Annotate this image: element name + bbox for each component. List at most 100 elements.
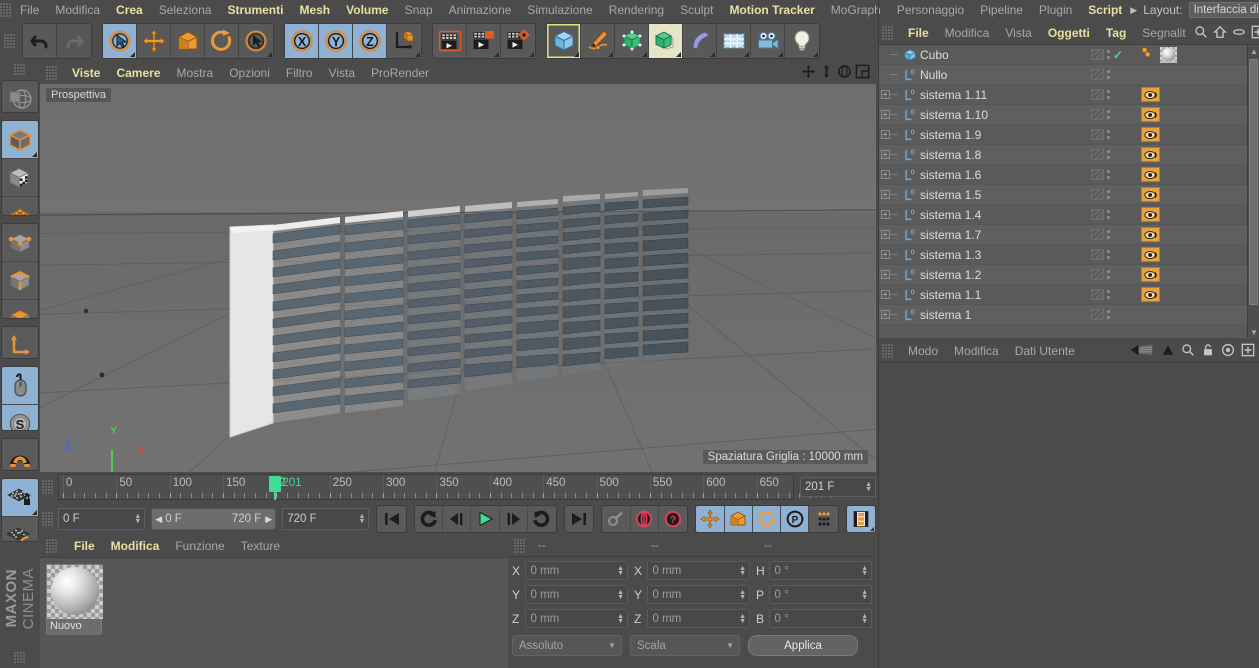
coord-size-field-2[interactable]: 0 mm ▲ ▼ — [647, 609, 750, 628]
object-tree-toggle[interactable]: + ─ — [878, 129, 900, 141]
visibility-tag-icon[interactable] — [1141, 167, 1160, 182]
next-keyframe-button[interactable] — [527, 506, 557, 532]
visibility-dots-icon[interactable] — [1107, 90, 1110, 99]
material-menu-funzione[interactable]: Funzione — [167, 536, 232, 556]
left-palette-gripper[interactable] — [14, 64, 26, 76]
redo-button[interactable] — [57, 24, 91, 58]
back-nav-icon[interactable] — [1129, 343, 1155, 360]
coord-rot-field-0[interactable]: 0 ° ▲ ▼ — [769, 561, 872, 580]
expand-toggle-icon[interactable]: + — [880, 290, 890, 299]
menu-strumenti[interactable]: Strumenti — [219, 0, 291, 20]
attributes-menu-dati-utente[interactable]: Dati Utente — [1007, 341, 1083, 361]
start-frame-spinner[interactable]: ▲ ▼ — [134, 513, 141, 525]
menu-plugin[interactable]: Plugin — [1031, 0, 1080, 20]
spinner[interactable]: ▲ ▼ — [617, 589, 624, 601]
add-deformer-button[interactable] — [683, 24, 717, 58]
end-frame-field[interactable]: 720 F ▲ ▼ — [282, 508, 370, 530]
viewport-pan-icon[interactable] — [801, 64, 816, 82]
add-light-button[interactable] — [785, 24, 819, 58]
object-tree-toggle[interactable]: + ─ — [878, 149, 900, 161]
menu-simulazione[interactable]: Simulazione — [519, 0, 600, 20]
object-row[interactable]: + ─ 0 sistema 1.3 — [878, 245, 1259, 265]
material-gripper[interactable] — [46, 539, 58, 553]
object-menu-file[interactable]: File — [900, 23, 937, 43]
texture-mode-button[interactable] — [2, 159, 38, 198]
add-camera-button[interactable] — [751, 24, 785, 58]
visibility-tag-icon[interactable] — [1141, 287, 1160, 302]
record-position-button[interactable] — [696, 506, 725, 532]
end-frame-spinner[interactable]: ▲ ▼ — [359, 513, 366, 525]
object-scrollbar-thumb[interactable] — [1249, 59, 1258, 305]
viewport-dolly-icon[interactable] — [819, 64, 834, 82]
spinner[interactable]: ▲ ▼ — [617, 613, 624, 625]
previous-keyframe-button[interactable] — [414, 506, 444, 532]
new-panel-icon[interactable] — [1241, 343, 1255, 360]
object-tree-toggle[interactable]: + ─ — [878, 109, 900, 121]
left-palette-bottom-gripper[interactable] — [14, 652, 26, 665]
viewport-menu-opzioni[interactable]: Opzioni — [221, 63, 278, 83]
step-back-button[interactable] — [443, 506, 472, 532]
expand-toggle-icon[interactable]: + — [880, 190, 890, 199]
layer-color-swatch[interactable] — [1091, 49, 1104, 60]
go-to-start-button[interactable] — [377, 506, 406, 532]
render-settings-button[interactable] — [501, 24, 535, 58]
object-tree-toggle[interactable]: + ─ — [878, 289, 900, 301]
object-visibility-dots[interactable] — [1091, 89, 1137, 100]
play-button[interactable] — [471, 506, 500, 532]
scroll-down-icon[interactable]: ▼ — [1250, 328, 1258, 337]
target-icon[interactable] — [1221, 343, 1235, 360]
object-visibility-dots[interactable] — [1091, 169, 1137, 180]
object-visibility-dots[interactable] — [1091, 309, 1137, 320]
layer-color-swatch[interactable] — [1091, 169, 1104, 180]
move-tool[interactable] — [137, 24, 171, 58]
menu-pipeline[interactable]: Pipeline — [972, 0, 1031, 20]
autokey-button[interactable] — [630, 506, 660, 532]
lock-z-axis[interactable]: Z — [353, 24, 387, 58]
visibility-tag-icon[interactable] — [1141, 87, 1160, 102]
viewport-menu-prorender[interactable]: ProRender — [363, 63, 437, 83]
search-icon[interactable] — [1181, 343, 1195, 360]
material-menu-file[interactable]: File — [66, 536, 103, 556]
object-menu-modifica[interactable]: Modifica — [937, 23, 998, 43]
lock-x-axis[interactable]: X — [285, 24, 319, 58]
menu-seleziona[interactable]: Seleziona — [151, 0, 220, 20]
workplane-lock-button[interactable] — [2, 478, 38, 517]
menu-crea[interactable]: Crea — [108, 0, 151, 20]
visibility-tag-icon[interactable] — [1141, 187, 1160, 202]
record-pla-button[interactable]: P — [781, 506, 810, 532]
select-mode-tool[interactable] — [239, 24, 273, 58]
visibility-dots-icon[interactable] — [1107, 290, 1110, 299]
object-tree-toggle[interactable]: + ─ — [878, 229, 900, 241]
coord-rot-field-2[interactable]: 0 ° ▲ ▼ — [769, 609, 872, 628]
timeline-ruler[interactable]: 0501001502250300350400450500550600650700… — [58, 474, 833, 500]
world-object-coord-toggle[interactable] — [387, 24, 421, 58]
object-row[interactable]: + ─ 0 sistema 1.7 — [878, 225, 1259, 245]
object-menu-vista[interactable]: Vista — [997, 23, 1039, 43]
object-visibility-dots[interactable] — [1091, 69, 1137, 80]
visibility-tag-icon[interactable] — [1141, 207, 1160, 222]
menu-personaggio[interactable]: Personaggio — [889, 0, 972, 20]
material-tag-icon[interactable] — [1141, 46, 1157, 63]
visibility-dots-icon[interactable] — [1107, 210, 1110, 219]
scroll-up-icon[interactable]: ▲ — [1250, 47, 1258, 56]
coord-mode-dropdown[interactable]: Assoluto ▼ — [512, 635, 622, 656]
current-frame-field[interactable]: 201 F ▲ ▼ — [800, 477, 876, 497]
visibility-dots-icon[interactable] — [1107, 250, 1110, 259]
layer-color-swatch[interactable] — [1091, 269, 1104, 280]
menu-mesh[interactable]: Mesh — [291, 0, 338, 20]
visibility-tag-icon[interactable] — [1141, 227, 1160, 242]
visibility-tag-icon[interactable] — [1141, 267, 1160, 282]
layer-color-swatch[interactable] — [1091, 209, 1104, 220]
model-mode-button[interactable] — [2, 121, 38, 160]
viewport-menu-vista[interactable]: Vista — [321, 63, 363, 83]
object-tree-toggle[interactable]: + ─ — [878, 189, 900, 201]
lock-y-axis[interactable]: Y — [319, 24, 353, 58]
viewport-rotate-icon[interactable] — [837, 64, 852, 82]
menu-motion-tracker[interactable]: Motion Tracker — [721, 0, 822, 20]
visibility-dots-icon[interactable] — [1107, 170, 1110, 179]
object-scrollbar[interactable]: ▲ ▼ — [1247, 45, 1259, 338]
expand-toggle-icon[interactable]: + — [880, 90, 890, 99]
spinner[interactable]: ▲ ▼ — [861, 589, 868, 601]
object-axis-button[interactable] — [2, 326, 38, 359]
layout-dropdown[interactable]: Interfaccia di Avvio ▼ — [1188, 2, 1259, 18]
